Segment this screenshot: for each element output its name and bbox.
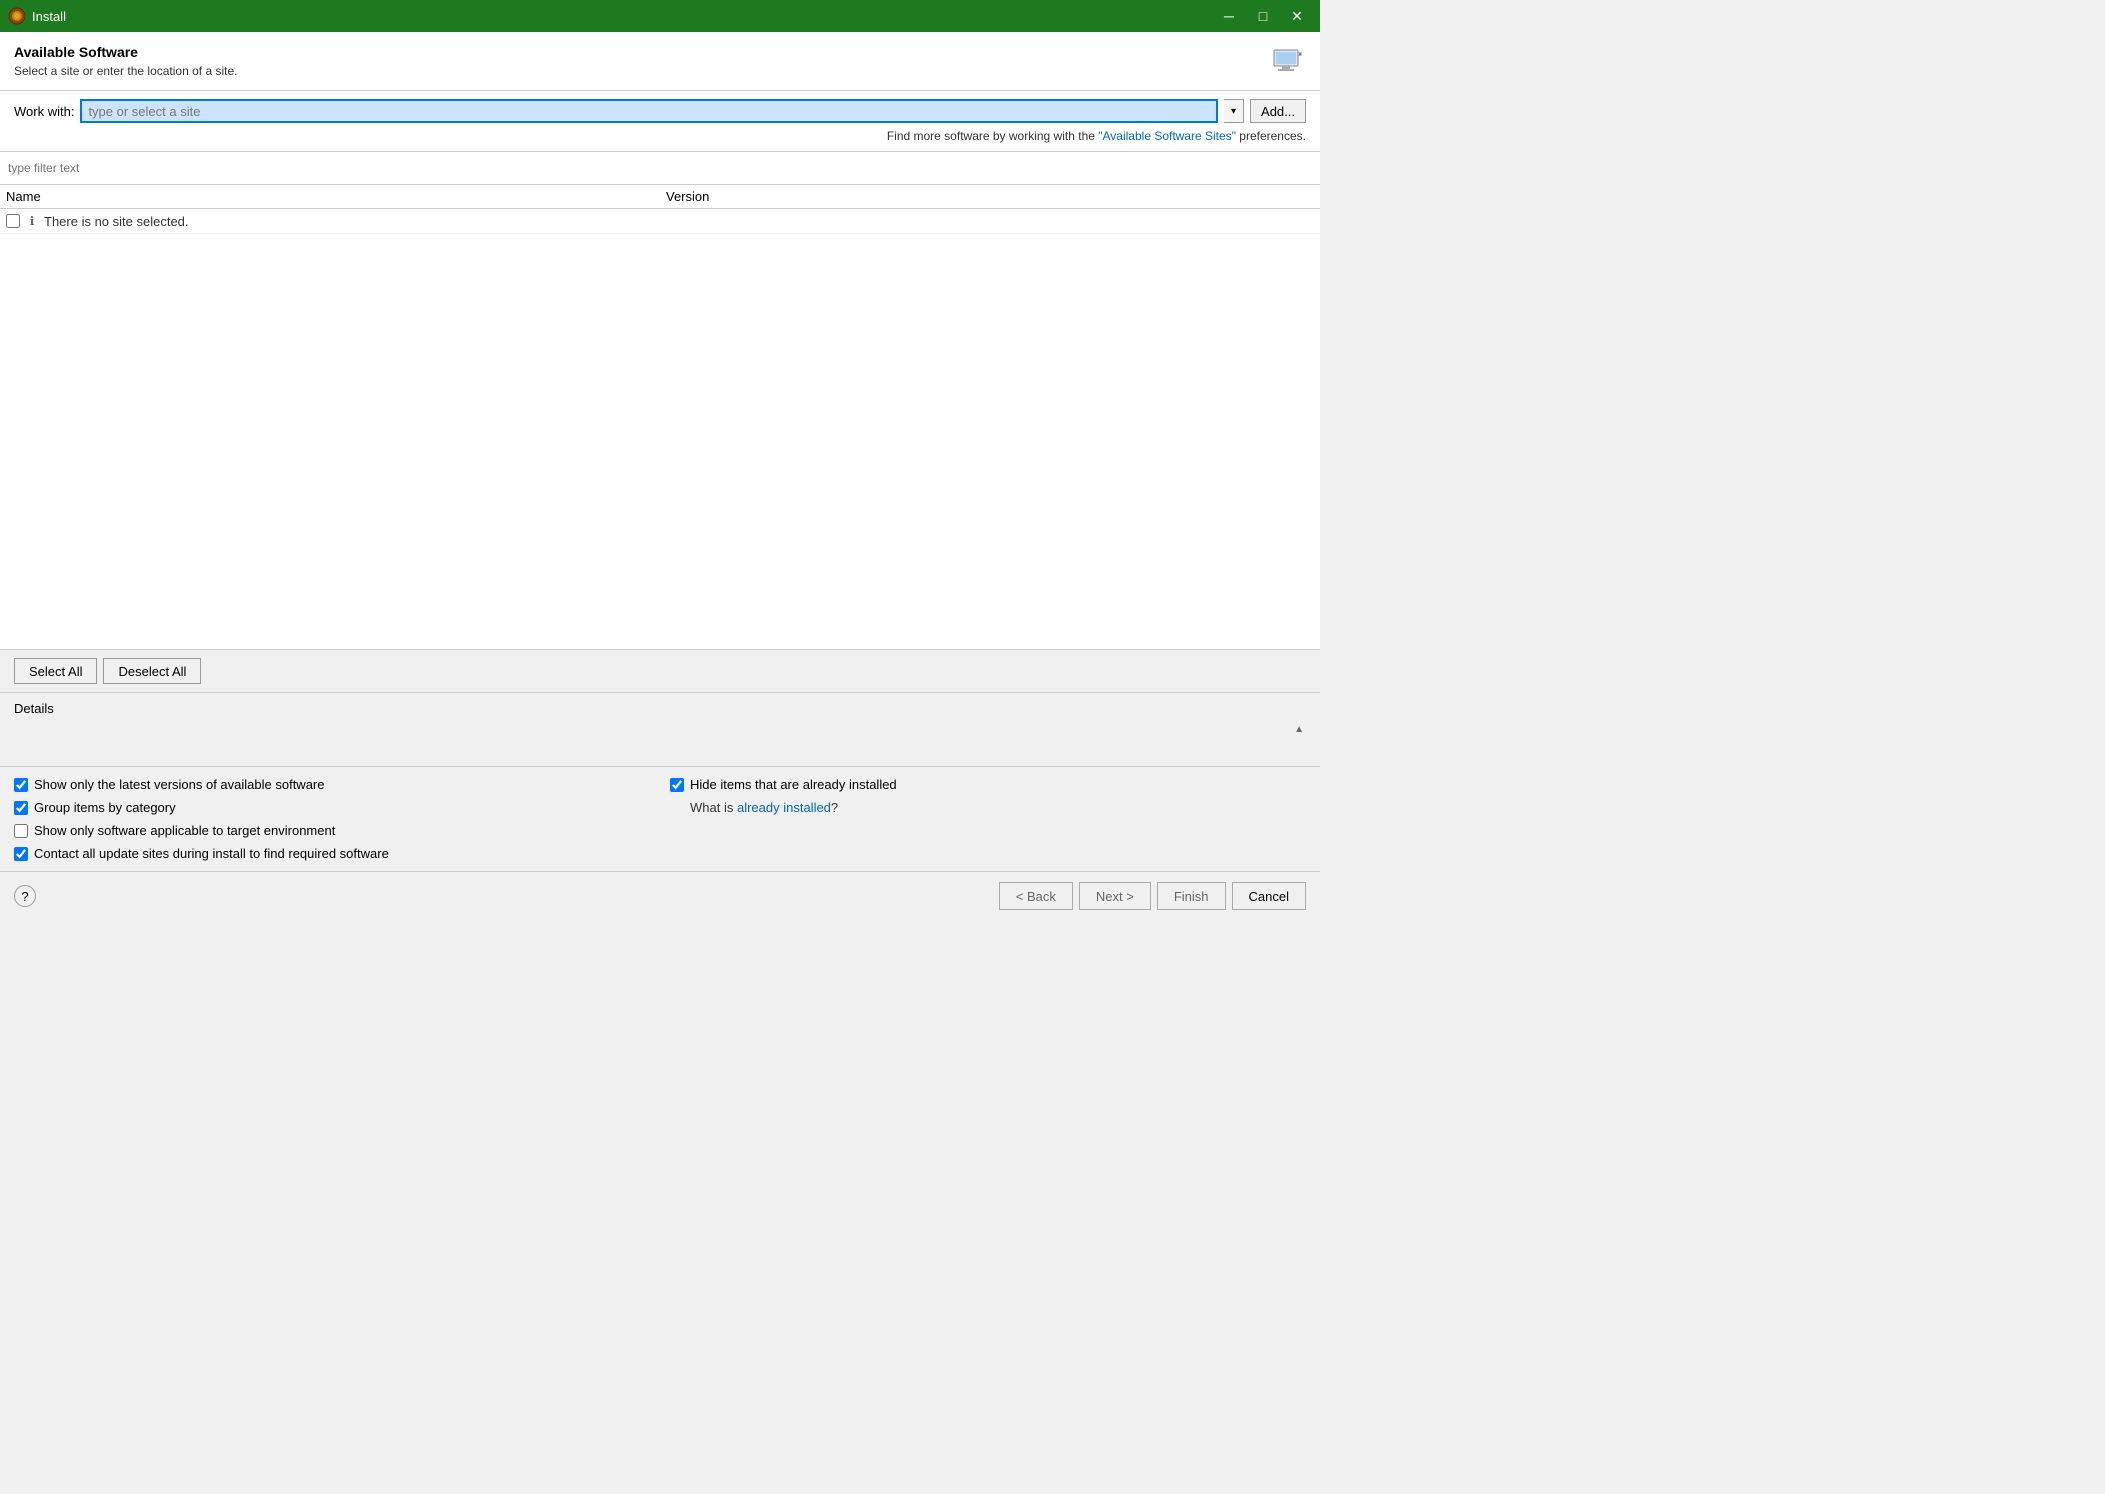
- hide-installed-checkbox[interactable]: [670, 778, 684, 792]
- find-more-text: Find more software by working with the: [887, 129, 1098, 143]
- deselect-all-button[interactable]: Deselect All: [103, 658, 201, 684]
- header-text: Available Software Select a site or ente…: [14, 44, 237, 78]
- title-controls: ─ □ ✕: [1214, 5, 1312, 27]
- contact-update-sites-label: Contact all update sites during install …: [34, 846, 389, 861]
- contact-update-sites-checkbox[interactable]: [14, 847, 28, 861]
- page-subtitle: Select a site or enter the location of a…: [14, 64, 237, 78]
- show-latest-versions-label: Show only the latest versions of availab…: [34, 777, 325, 792]
- table-row: ℹ There is no site selected.: [0, 209, 1320, 234]
- show-applicable-checkbox[interactable]: [14, 824, 28, 838]
- checkbox-item-3: Show only software applicable to target …: [14, 823, 650, 838]
- title-bar-left: Install: [8, 7, 66, 25]
- checkbox-item-4: Contact all update sites during install …: [14, 846, 650, 861]
- filter-section: [0, 152, 1320, 185]
- show-applicable-label: Show only software applicable to target …: [34, 823, 335, 838]
- already-installed-link[interactable]: already installed: [737, 800, 831, 815]
- dropdown-arrow-button[interactable]: ▾: [1224, 99, 1244, 123]
- finish-button[interactable]: Finish: [1157, 882, 1226, 910]
- row-label: There is no site selected.: [44, 214, 189, 229]
- what-is-row: What is already installed?: [670, 800, 1306, 815]
- hide-installed-label: Hide items that are already installed: [690, 777, 897, 792]
- what-is-text: What is: [690, 800, 737, 815]
- col-name-header: Name: [0, 189, 660, 204]
- main-container: Available Software Select a site or ente…: [0, 32, 1320, 920]
- maximize-button[interactable]: □: [1248, 5, 1278, 27]
- table-body: ℹ There is no site selected.: [0, 209, 1320, 649]
- row-checkbox[interactable]: [6, 214, 20, 228]
- bottom-left: ?: [14, 885, 36, 907]
- next-button[interactable]: Next >: [1079, 882, 1151, 910]
- find-more-suffix: preferences.: [1236, 129, 1306, 143]
- details-section: Details ▲: [0, 693, 1320, 767]
- what-is-suffix: ?: [831, 800, 838, 815]
- minimize-button[interactable]: ─: [1214, 5, 1244, 27]
- cancel-button[interactable]: Cancel: [1232, 882, 1306, 910]
- title-text: Install: [32, 9, 66, 24]
- help-button[interactable]: ?: [14, 885, 36, 907]
- work-with-label: Work with:: [14, 104, 74, 119]
- scroll-up-arrow[interactable]: ▲: [1294, 724, 1304, 735]
- work-with-section: Work with: ▾ Add... Find more software b…: [0, 91, 1320, 152]
- select-all-button[interactable]: Select All: [14, 658, 97, 684]
- available-software-sites-link[interactable]: "Available Software Sites": [1098, 129, 1236, 143]
- add-button[interactable]: Add...: [1250, 99, 1306, 123]
- bottom-right: < Back Next > Finish Cancel: [999, 882, 1306, 910]
- checkbox-col-left: Show only the latest versions of availab…: [14, 777, 650, 861]
- back-button[interactable]: < Back: [999, 882, 1073, 910]
- checkbox-item-2: Group items by category: [14, 800, 650, 815]
- header-section: Available Software Select a site or ente…: [0, 32, 1320, 91]
- page-title: Available Software: [14, 44, 237, 60]
- group-by-category-checkbox[interactable]: [14, 801, 28, 815]
- table-section: Name Version ℹ There is no site selected…: [0, 185, 1320, 650]
- details-scroll-area: ▲: [14, 722, 1306, 762]
- install-icon: [8, 7, 26, 25]
- col-version-header: Version: [660, 189, 1056, 204]
- close-button[interactable]: ✕: [1282, 5, 1312, 27]
- checkbox-item-5: Hide items that are already installed: [670, 777, 1306, 792]
- title-bar: Install ─ □ ✕: [0, 0, 1320, 32]
- col-extra-header: [1056, 189, 1320, 204]
- find-more-row: Find more software by working with the "…: [14, 129, 1306, 143]
- checkboxes-section: Show only the latest versions of availab…: [0, 767, 1320, 871]
- checkbox-col-right: Hide items that are already installed Wh…: [670, 777, 1306, 861]
- show-latest-versions-checkbox[interactable]: [14, 778, 28, 792]
- bottom-nav: ? < Back Next > Finish Cancel: [0, 871, 1320, 920]
- table-header: Name Version: [0, 185, 1320, 209]
- info-icon: ℹ: [24, 213, 40, 229]
- computer-icon: [1270, 44, 1306, 80]
- buttons-row: Select All Deselect All: [0, 650, 1320, 693]
- group-by-category-label: Group items by category: [34, 800, 176, 815]
- filter-input[interactable]: [2, 156, 1318, 180]
- checkbox-item-1: Show only the latest versions of availab…: [14, 777, 650, 792]
- work-with-row: Work with: ▾ Add...: [14, 99, 1306, 123]
- details-label: Details: [14, 701, 1306, 716]
- site-input[interactable]: [80, 99, 1218, 123]
